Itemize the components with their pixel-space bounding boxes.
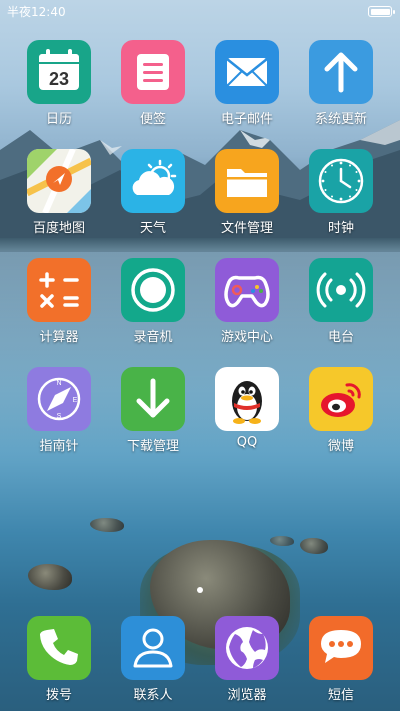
app-label: 时钟 — [327, 221, 354, 236]
status-bar: 半夜12:40 — [0, 0, 400, 22]
app-label: 百度地图 — [32, 221, 85, 236]
app-label: 短信 — [327, 688, 354, 703]
app-label: 浏览器 — [227, 688, 267, 703]
app-clock[interactable]: 时钟 — [294, 149, 388, 249]
dock-app-browser[interactable]: 浏览器 — [200, 616, 294, 711]
app-weibo[interactable]: 微博 — [294, 367, 388, 467]
phone-icon — [27, 616, 91, 680]
app-label: 系统更新 — [314, 112, 367, 127]
folder-icon — [215, 149, 279, 213]
dock-app-phone[interactable]: 拨号 — [12, 616, 106, 711]
weather-icon — [121, 149, 185, 213]
recorder-icon — [121, 258, 185, 322]
svg-text:E: E — [73, 397, 78, 404]
app-label: 计算器 — [39, 330, 79, 345]
notes-icon — [121, 40, 185, 104]
contacts-icon — [121, 616, 185, 680]
app-game-center[interactable]: 游戏中心 — [200, 258, 294, 358]
compass-icon: N E S — [27, 367, 91, 431]
app-notes[interactable]: 便签 — [106, 40, 200, 140]
update-arrow-icon — [309, 40, 373, 104]
page-indicator-dot — [197, 587, 203, 593]
app-label: 文件管理 — [220, 221, 273, 236]
calculator-icon — [27, 258, 91, 322]
radio-icon — [309, 258, 373, 322]
dock-app-messages[interactable]: 短信 — [294, 616, 388, 711]
clock-icon — [309, 149, 373, 213]
app-recorder[interactable]: 录音机 — [106, 258, 200, 358]
app-baidu-map[interactable]: 百度地图 — [12, 149, 106, 249]
app-file-manager[interactable]: 文件管理 — [200, 149, 294, 249]
weibo-icon — [309, 367, 373, 431]
message-icon — [309, 616, 373, 680]
app-system-update[interactable]: 系统更新 — [294, 40, 388, 140]
calendar-date: 23 — [49, 69, 69, 89]
app-label: 电子邮件 — [220, 112, 273, 127]
app-label: 电台 — [327, 330, 354, 345]
calendar-icon: 23 — [27, 40, 91, 104]
dock-app-contacts[interactable]: 联系人 — [106, 616, 200, 711]
app-label: 日历 — [45, 112, 72, 127]
app-email[interactable]: 电子邮件 — [200, 40, 294, 140]
app-label: 天气 — [139, 221, 166, 236]
map-icon — [27, 149, 91, 213]
app-label: 游戏中心 — [220, 330, 273, 345]
app-label: 便签 — [139, 112, 166, 127]
app-download-manager[interactable]: 下载管理 — [106, 367, 200, 467]
app-calculator[interactable]: 计算器 — [12, 258, 106, 358]
svg-text:N: N — [56, 380, 61, 387]
app-weather[interactable]: 天气 — [106, 149, 200, 249]
app-radio[interactable]: 电台 — [294, 258, 388, 358]
app-label: 微博 — [327, 439, 354, 454]
status-time: 半夜12:40 — [7, 5, 66, 19]
app-calendar[interactable]: 23 日历 — [12, 40, 106, 140]
app-label: 指南针 — [39, 439, 79, 454]
app-label: 下载管理 — [126, 439, 179, 454]
app-label: 拨号 — [45, 688, 72, 703]
battery-icon — [368, 6, 395, 17]
app-compass[interactable]: N E S 指南针 — [12, 367, 106, 467]
download-icon — [121, 367, 185, 431]
browser-globe-icon — [215, 616, 279, 680]
qq-penguin-icon — [215, 367, 279, 431]
app-label: QQ — [236, 435, 258, 450]
mail-icon — [215, 40, 279, 104]
gamepad-icon — [215, 258, 279, 322]
app-label: 联系人 — [133, 688, 173, 703]
app-qq[interactable]: QQ — [200, 367, 294, 467]
app-label: 录音机 — [133, 330, 173, 345]
svg-text:S: S — [57, 413, 62, 420]
